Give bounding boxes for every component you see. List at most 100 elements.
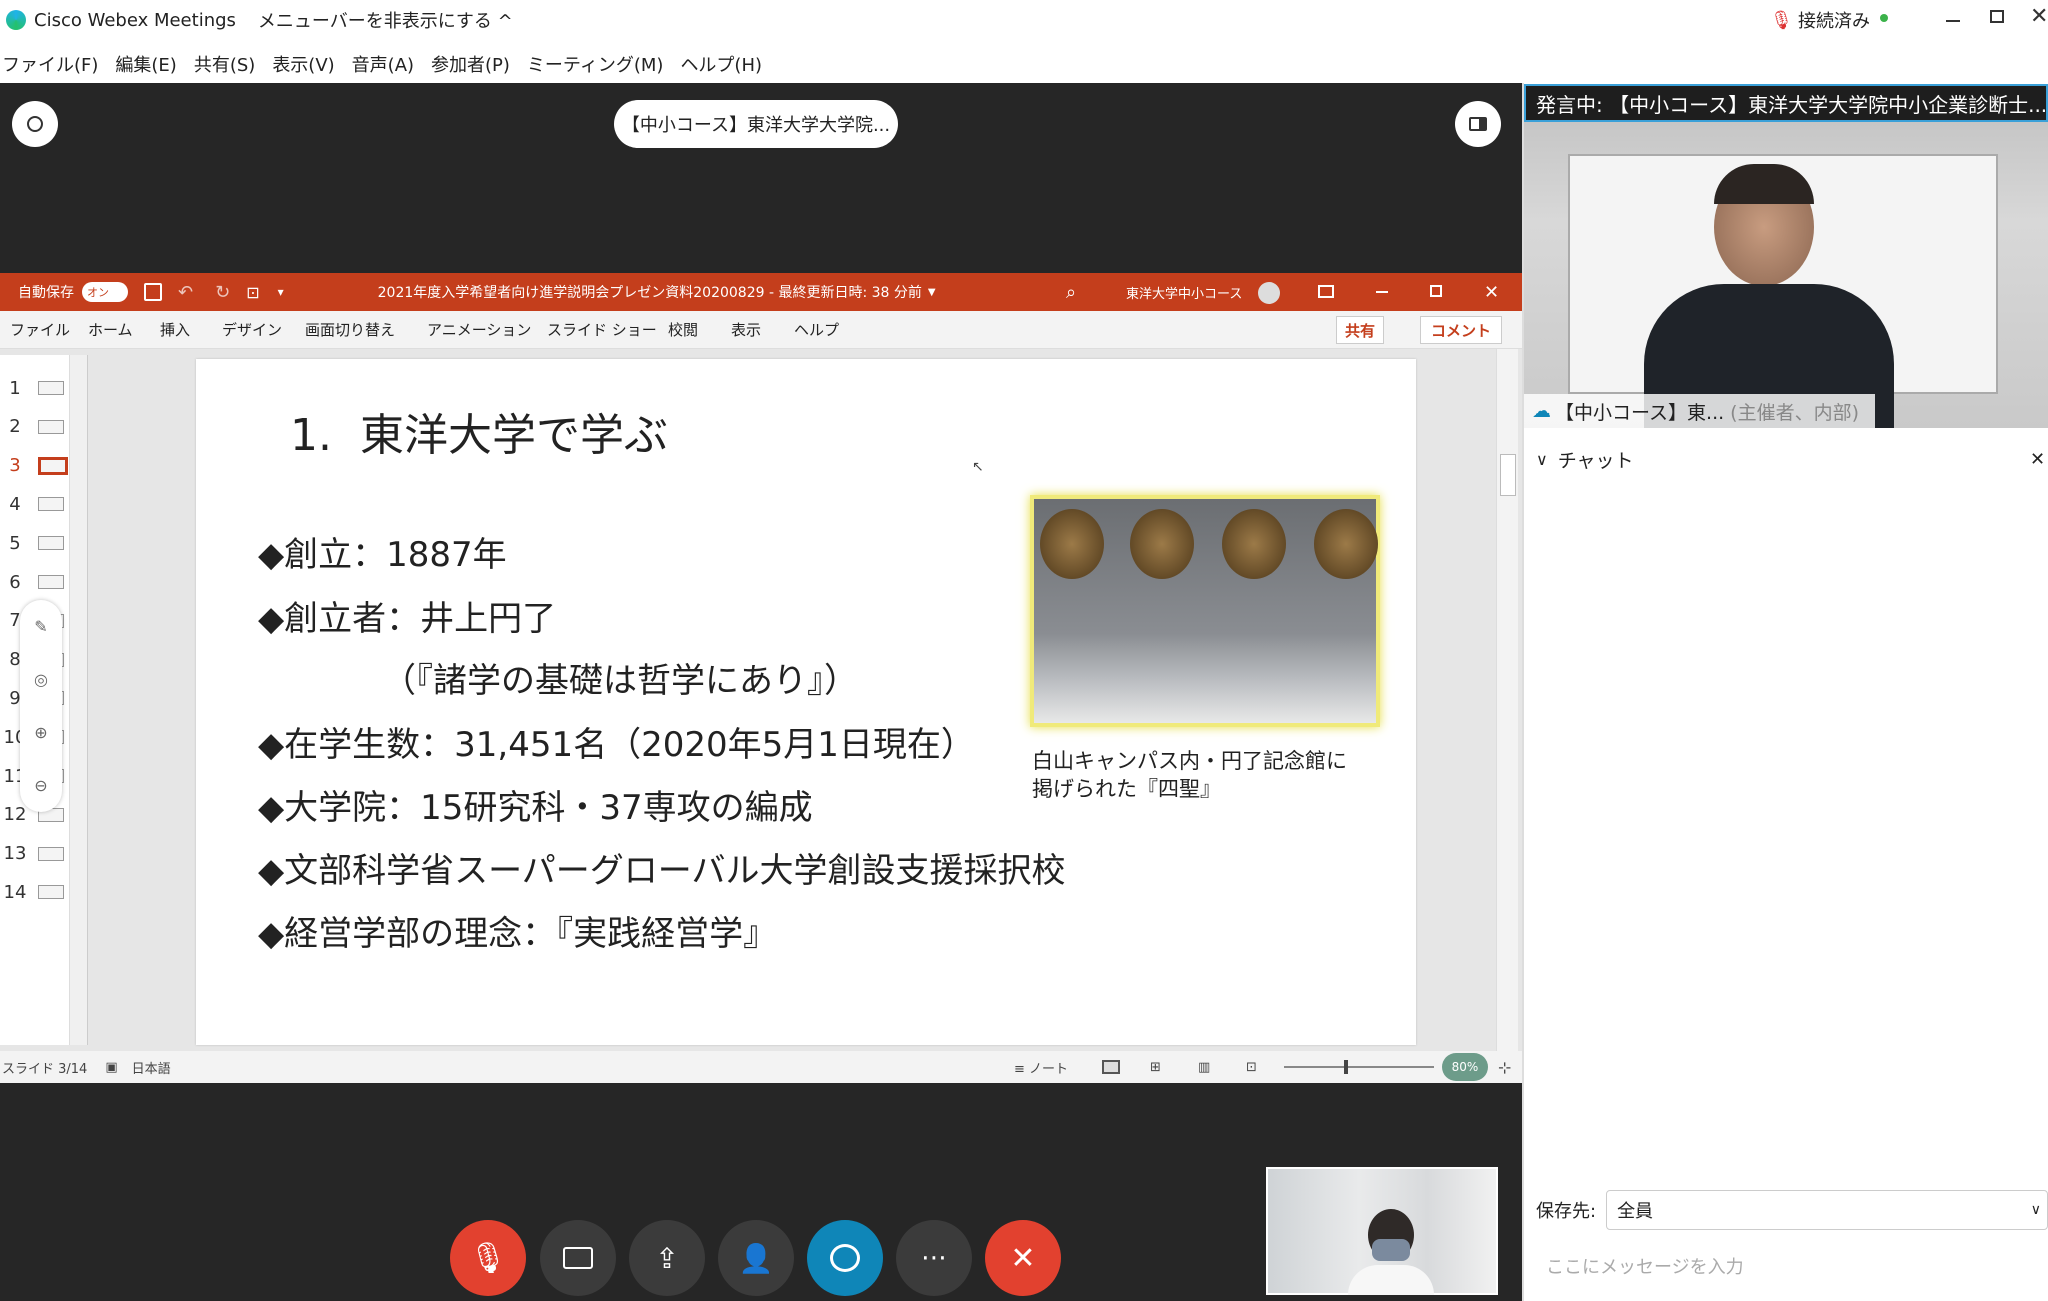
notes-label: ノート	[1029, 1061, 1069, 1077]
tab-review[interactable]: 校閲	[668, 319, 698, 340]
scroll-thumb[interactable]	[1500, 454, 1516, 496]
slide-thumbnail-14[interactable]: 14	[0, 877, 80, 907]
reading-view-icon[interactable]: ▥	[1198, 1060, 1210, 1075]
ppt-close-icon[interactable]: ✕	[1484, 282, 1499, 303]
leave-meeting-button[interactable]: ✕	[985, 1220, 1061, 1296]
customize-qat-icon[interactable]: ▾	[278, 285, 284, 299]
close-icon[interactable]: ✕	[2030, 4, 2048, 29]
restore-icon[interactable]	[1990, 10, 2004, 23]
hide-menubar-button[interactable]: メニューバーを非表示にする ^	[258, 7, 513, 33]
chat-input[interactable]: ここにメッセージを入力	[1546, 1246, 2042, 1286]
thumbnail-number: 4	[9, 493, 21, 515]
slide-canvas[interactable]: 1. 東洋大学で学ぶ ◆創立：1887年 ◆創立者：井上円了 （『諸学の基礎は哲…	[196, 359, 1416, 1045]
present-icon[interactable]: ⊡	[246, 283, 259, 302]
tab-view[interactable]: 表示	[731, 319, 761, 340]
tab-help[interactable]: ヘルプ	[794, 319, 839, 340]
save-icon[interactable]	[144, 283, 162, 301]
menu-file[interactable]: ファイル(F)	[2, 51, 98, 77]
menu-view[interactable]: 表示(V)	[272, 51, 334, 77]
slide-thumbnail-1[interactable]: 1	[0, 373, 80, 403]
medallion-1	[1040, 509, 1104, 579]
speaker-video[interactable]: 発言中: 【中小コース】東洋大学大学院中小企業診断士... ☁ 【中小コース】東…	[1524, 84, 2048, 428]
connection-status: 接続済み	[1798, 11, 1870, 32]
slide-thumbnail-4[interactable]: 4	[0, 489, 80, 519]
participant-role: (主催者、内部)	[1730, 401, 1859, 424]
notes-button[interactable]: ≡ ノート	[1014, 1058, 1068, 1077]
zoom-slider[interactable]	[1284, 1060, 1434, 1074]
zoom-out-icon[interactable]: ⊖	[34, 776, 47, 795]
thumbnail-number: 13	[3, 843, 27, 865]
draw-pen-icon[interactable]: ✎	[34, 617, 47, 636]
zoom-level[interactable]: 80%	[1442, 1053, 1488, 1081]
ppt-minimize-icon[interactable]	[1376, 291, 1388, 293]
ppt-restore-icon[interactable]	[1430, 285, 1442, 297]
ppt-ribbon-tabs: ファイル ホーム 挿入 デザイン 画面切り替え アニメーション スライド ショー…	[0, 311, 1522, 349]
slide-thumbnail-5[interactable]: 5	[0, 528, 80, 558]
autosave-toggle[interactable]: オン	[82, 282, 128, 302]
pointer-icon[interactable]: ◎	[34, 670, 48, 689]
tab-insert[interactable]: 挿入	[160, 319, 190, 340]
autosave-state: オン	[87, 286, 109, 299]
thumbnail-number: 12	[3, 804, 27, 826]
document-title[interactable]: 2021年度入学希望者向け進学説明会プレゼン資料20200829 - 最終更新日…	[378, 282, 922, 302]
self-view-video[interactable]	[1266, 1167, 1498, 1295]
sorter-view-icon[interactable]: ⊞	[1150, 1060, 1161, 1075]
thumbnail-number: 2	[9, 416, 21, 438]
slide-thumbnail-13[interactable]: 13	[0, 839, 80, 869]
slide-thumbnail-2[interactable]: 2	[0, 412, 80, 442]
zoom-slider-thumb[interactable]	[1344, 1060, 1348, 1074]
thumbnail-preview	[38, 381, 64, 395]
mute-button[interactable]: 🎙	[450, 1220, 526, 1296]
layout-button[interactable]	[1455, 101, 1501, 147]
info-button[interactable]	[12, 101, 58, 147]
tab-transitions[interactable]: 画面切り替え	[305, 319, 395, 340]
slide-title: 1. 東洋大学で学ぶ	[290, 410, 668, 461]
tab-file[interactable]: ファイル	[10, 319, 70, 340]
menu-edit[interactable]: 編集(E)	[115, 51, 176, 77]
minimize-icon[interactable]	[1946, 20, 1960, 22]
user-avatar[interactable]	[1258, 282, 1280, 304]
collapse-chevron-icon[interactable]: ∨	[1536, 450, 1548, 469]
autosave-label: 自動保存	[18, 285, 74, 301]
bullet-graduate: ◆大学院：15研究科・37専攻の編成	[258, 788, 813, 828]
share-content-button[interactable]: ⇪	[629, 1220, 705, 1296]
thumb-scrollbar[interactable]	[69, 355, 87, 1045]
meeting-name-pill[interactable]: 【中小コース】東洋大学大学院...	[614, 100, 898, 148]
accessibility-icon[interactable]: ▣	[105, 1060, 117, 1075]
share-button[interactable]: 共有	[1336, 316, 1385, 344]
menu-meeting[interactable]: ミーティング(M)	[527, 51, 664, 77]
redo-icon[interactable]: ↻	[215, 282, 230, 303]
fit-slide-icon[interactable]: ⊹	[1498, 1058, 1511, 1077]
more-options-button[interactable]: ⋯	[896, 1220, 972, 1296]
ppt-search-icon[interactable]: ⌕	[1066, 282, 1076, 303]
comment-button[interactable]: コメント	[1420, 316, 1503, 344]
menu-share[interactable]: 共有(S)	[194, 51, 255, 77]
menu-help[interactable]: ヘルプ(H)	[680, 51, 762, 77]
slide-scrollbar[interactable]	[1496, 349, 1518, 1051]
chat-close-icon[interactable]: ✕	[2030, 449, 2045, 470]
tab-home[interactable]: ホーム	[88, 319, 133, 340]
bullet-founder: ◆創立者：井上円了	[258, 599, 557, 639]
tab-slideshow[interactable]: スライド ショー	[547, 319, 657, 340]
slideshow-view-icon[interactable]: ⊡	[1246, 1060, 1257, 1075]
tab-animations[interactable]: アニメーション	[427, 319, 531, 340]
video-button[interactable]	[540, 1220, 616, 1296]
chat-recipient-select[interactable]: 全員 ∨	[1606, 1190, 2048, 1230]
slide-thumbnail-3[interactable]: 3	[0, 451, 80, 481]
menu-participants[interactable]: 参加者(P)	[431, 51, 510, 77]
normal-view-icon[interactable]	[1102, 1060, 1120, 1074]
participants-button[interactable]: 👤	[718, 1220, 794, 1296]
window-titlebar: Cisco Webex Meetings メニューバーを非表示にする ^ 🎙 接…	[0, 0, 2048, 40]
annotation-toolbar: ✎ ◎ ⊕ ⊖	[20, 600, 62, 812]
bullet-philosophy: ◆経営学部の理念：『実践経営学』	[258, 914, 778, 954]
zoom-in-icon[interactable]: ⊕	[34, 723, 47, 742]
ribbon-display-icon[interactable]	[1318, 285, 1334, 298]
title-dropdown-icon[interactable]: ▼	[928, 287, 936, 298]
chat-button[interactable]	[807, 1220, 883, 1296]
undo-icon[interactable]: ↶	[178, 282, 193, 303]
video-off-icon	[563, 1247, 593, 1269]
tab-design[interactable]: デザイン	[222, 319, 282, 340]
slide-thumbnail-6[interactable]: 6	[0, 567, 80, 597]
status-language[interactable]: 日本語	[132, 1058, 171, 1077]
menu-audio[interactable]: 音声(A)	[352, 51, 414, 77]
